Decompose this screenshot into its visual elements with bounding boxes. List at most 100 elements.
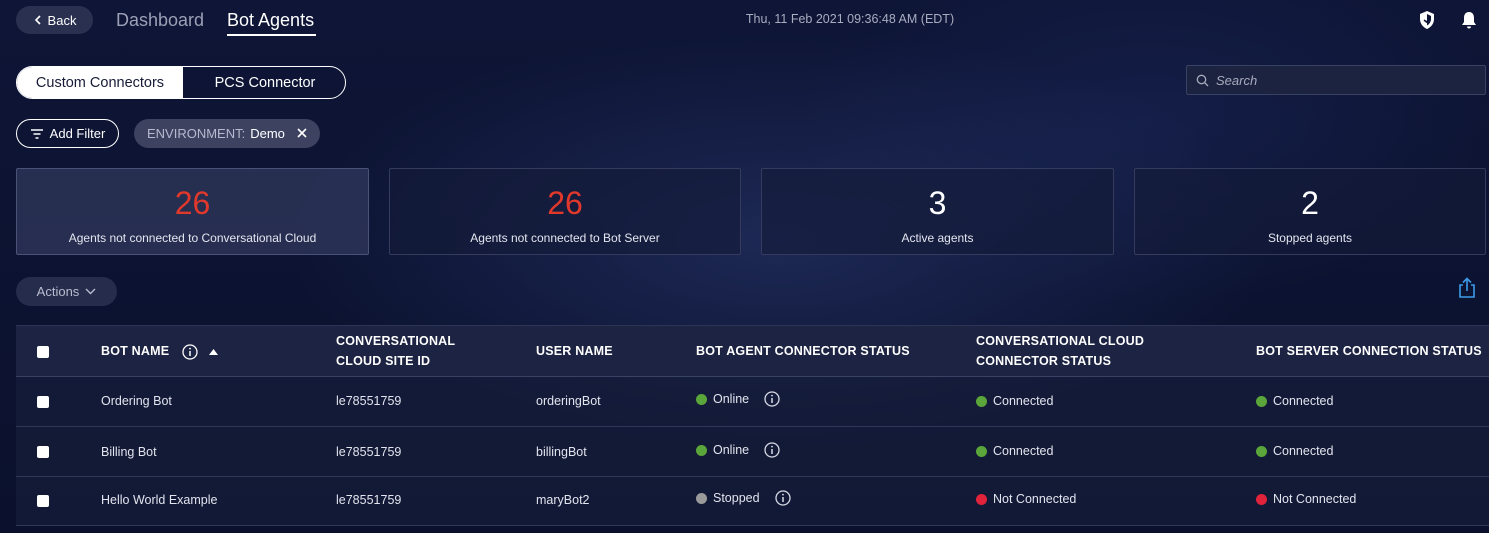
cc-status-cell: Connected bbox=[976, 394, 1053, 408]
stat-value: 26 bbox=[547, 185, 583, 221]
stat-label: Agents not connected to Bot Server bbox=[470, 231, 660, 245]
actions-label: Actions bbox=[36, 284, 80, 299]
table-row[interactable]: Hello World Example le78551759 maryBot2 … bbox=[16, 477, 1489, 526]
cc-status-text: Connected bbox=[993, 444, 1054, 458]
cc-status-cell: Not Connected bbox=[976, 492, 1076, 506]
column-bot-server-status[interactable]: BOT SERVER CONNECTION STATUS bbox=[1256, 341, 1482, 361]
site-id-cell: le78551759 bbox=[336, 445, 402, 459]
close-icon[interactable] bbox=[295, 126, 309, 140]
status-dot-connected bbox=[1256, 395, 1267, 407]
bot-server-status-cell: Connected bbox=[1256, 394, 1333, 408]
column-bot-name-label: BOT NAME bbox=[101, 344, 170, 358]
stat-value: 3 bbox=[928, 185, 947, 221]
search-box bbox=[1186, 65, 1486, 95]
stat-value: 2 bbox=[1301, 185, 1319, 221]
stat-value: 26 bbox=[174, 185, 211, 221]
agent-status-text: Online bbox=[713, 443, 750, 457]
bot-server-status-cell: Not Connected bbox=[1256, 492, 1356, 506]
filter-icon bbox=[30, 128, 43, 139]
search-icon bbox=[1196, 74, 1209, 86]
nav-tab-dashboard[interactable]: Dashboard bbox=[116, 10, 204, 31]
info-icon[interactable] bbox=[764, 442, 780, 458]
shield-icon[interactable] bbox=[1418, 10, 1436, 30]
user-name-cell: billingBot bbox=[536, 445, 587, 459]
column-cc-status[interactable]: CONVERSATIONAL CLOUD CONNECTOR STATUS bbox=[976, 331, 1144, 371]
column-agent-status[interactable]: BOT AGENT CONNECTOR STATUS bbox=[696, 341, 910, 361]
stat-card-not-connected-cc[interactable]: 26 Agents not connected to Conversationa… bbox=[16, 168, 369, 255]
table-row[interactable]: Ordering Bot le78551759 orderingBot Onli… bbox=[16, 377, 1489, 427]
row-checkbox[interactable] bbox=[37, 495, 49, 507]
actions-dropdown[interactable]: Actions bbox=[16, 277, 117, 306]
cc-status-text: Not Connected bbox=[993, 492, 1077, 506]
column-user-name[interactable]: USER NAME bbox=[536, 341, 613, 361]
back-label: Back bbox=[47, 12, 77, 28]
bot-server-status-text: Connected bbox=[1273, 444, 1334, 458]
info-icon[interactable] bbox=[182, 344, 198, 360]
cc-status-text: Connected bbox=[993, 394, 1054, 408]
bot-name-cell: Ordering Bot bbox=[101, 394, 172, 408]
agent-status-cell: Stopped bbox=[696, 490, 791, 506]
column-bot-name[interactable]: BOT NAME bbox=[101, 341, 218, 361]
stat-label: Stopped agents bbox=[1267, 231, 1353, 245]
chevron-down-icon bbox=[85, 288, 96, 295]
stat-card-stopped-agents[interactable]: 2 Stopped agents bbox=[1134, 168, 1486, 255]
active-tab-indicator bbox=[227, 34, 316, 36]
export-icon[interactable] bbox=[1456, 277, 1478, 299]
status-dot-connected bbox=[976, 395, 987, 407]
bot-agents-table: BOT NAME CONVERSATIONAL CLOUD SITE ID US… bbox=[16, 325, 1489, 533]
status-dot-online bbox=[696, 444, 707, 456]
row-checkbox[interactable] bbox=[37, 396, 49, 408]
filter-chip-environment[interactable]: ENVIRONMENT: Demo bbox=[134, 119, 320, 148]
add-filter-label: Add Filter bbox=[49, 126, 106, 141]
info-icon[interactable] bbox=[774, 490, 791, 506]
user-name-cell: maryBot2 bbox=[536, 493, 590, 507]
column-site-id-line2: CLOUD SITE ID bbox=[336, 354, 431, 368]
bot-name-cell: Hello World Example bbox=[101, 493, 218, 507]
column-cc-status-line2: CONNECTOR STATUS bbox=[976, 354, 1112, 368]
cc-status-cell: Connected bbox=[976, 444, 1053, 458]
stat-card-active-agents[interactable]: 3 Active agents bbox=[761, 168, 1114, 255]
sort-ascending-icon[interactable] bbox=[208, 348, 218, 355]
chevron-left-icon bbox=[34, 15, 41, 25]
column-cc-status-line1: CONVERSATIONAL CLOUD bbox=[976, 334, 1145, 348]
connector-toggle: Custom Connectors PCS Connector bbox=[16, 66, 346, 99]
stat-label: Agents not connected to Conversational C… bbox=[68, 231, 317, 245]
stat-card-not-connected-bot-server[interactable]: 26 Agents not connected to Bot Server bbox=[389, 168, 741, 255]
nav-tab-bot-agents[interactable]: Bot Agents bbox=[227, 10, 314, 31]
site-id-cell: le78551759 bbox=[336, 493, 402, 507]
agent-status-text: Online bbox=[713, 392, 750, 406]
info-icon[interactable] bbox=[764, 391, 780, 407]
column-site-id-line1: CONVERSATIONAL bbox=[336, 334, 456, 348]
agent-status-cell: Online bbox=[696, 391, 780, 407]
agent-status-cell: Online bbox=[696, 442, 780, 458]
back-button[interactable]: Back bbox=[16, 6, 93, 34]
table-header: BOT NAME CONVERSATIONAL CLOUD SITE ID US… bbox=[16, 325, 1489, 377]
tab-custom-connectors[interactable]: Custom Connectors bbox=[17, 67, 183, 98]
select-all-checkbox[interactable] bbox=[37, 346, 49, 358]
table-row[interactable]: Billing Bot le78551759 billingBot Online… bbox=[16, 427, 1489, 477]
current-datetime: Thu, 11 Feb 2021 09:36:48 AM (EDT) bbox=[745, 12, 955, 26]
status-dot-connected bbox=[1256, 445, 1267, 457]
status-dot-online bbox=[696, 393, 707, 405]
stat-label: Active agents bbox=[901, 231, 974, 245]
bot-name-cell: Billing Bot bbox=[101, 445, 157, 459]
row-checkbox[interactable] bbox=[37, 446, 49, 458]
search-input[interactable] bbox=[1216, 72, 1466, 88]
add-filter-button[interactable]: Add Filter bbox=[16, 119, 119, 148]
site-id-cell: le78551759 bbox=[336, 394, 402, 408]
status-dot-not-connected bbox=[1256, 493, 1267, 505]
tab-pcs-connector[interactable]: PCS Connector bbox=[183, 67, 345, 98]
column-site-id[interactable]: CONVERSATIONAL CLOUD SITE ID bbox=[336, 331, 455, 371]
bot-server-status-text: Connected bbox=[1273, 394, 1334, 408]
agent-status-text: Stopped bbox=[713, 491, 760, 505]
status-dot-connected bbox=[976, 445, 987, 457]
bot-server-status-text: Not Connected bbox=[1273, 492, 1357, 506]
user-name-cell: orderingBot bbox=[536, 394, 601, 408]
filter-chip-value: Demo bbox=[250, 126, 285, 141]
top-bar: Back Dashboard Bot Agents Thu, 11 Feb 20… bbox=[0, 0, 1489, 44]
bot-server-status-cell: Connected bbox=[1256, 444, 1333, 458]
bell-icon[interactable] bbox=[1460, 10, 1478, 30]
status-dot-stopped bbox=[696, 492, 707, 504]
status-dot-not-connected bbox=[976, 493, 987, 505]
filter-chip-key: ENVIRONMENT: bbox=[147, 126, 246, 141]
